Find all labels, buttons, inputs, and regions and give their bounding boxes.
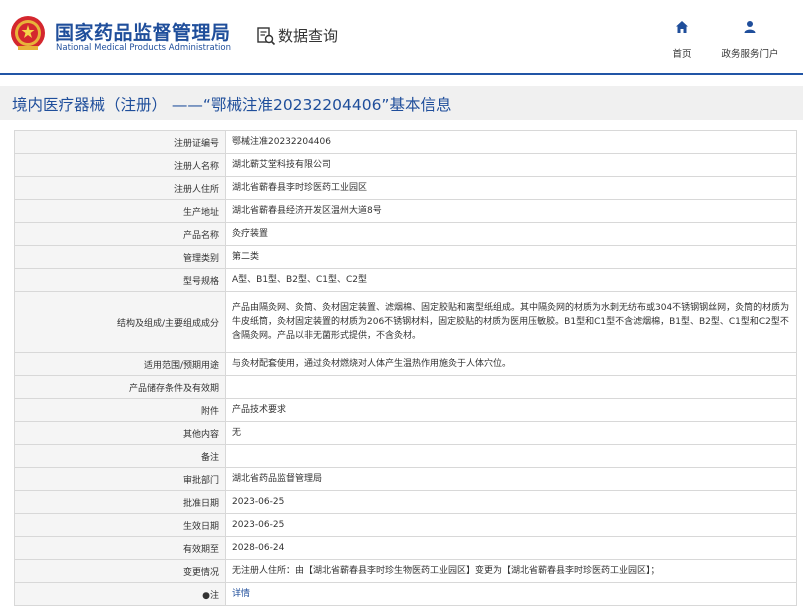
page-title-bar: 境内医疗器械（注册） ——“鄂械注准20232204406”基本信息 bbox=[0, 86, 803, 120]
row-label: 注册证编号 bbox=[14, 130, 226, 154]
table-row: 适用范围/预期用途 与灸材配套使用，通过灸材燃烧对人体产生温热作用施灸于人体穴位… bbox=[14, 352, 797, 376]
table-row: 审批部门 湖北省药品监督管理局 bbox=[14, 467, 797, 491]
row-value: 湖北蕲艾堂科技有限公司 bbox=[225, 153, 797, 177]
table-row: 生效日期 2023-06-25 bbox=[14, 513, 797, 537]
logo-title-cn: 国家药品监督管理局 bbox=[55, 22, 231, 44]
table-row: 附件 产品技术要求 bbox=[14, 398, 797, 422]
row-value bbox=[225, 375, 797, 399]
row-label: 适用范围/预期用途 bbox=[14, 352, 226, 376]
row-label: 有效期至 bbox=[14, 536, 226, 560]
home-icon bbox=[676, 21, 688, 33]
row-value: 湖北省蕲春县李时珍医药工业园区 bbox=[225, 176, 797, 200]
row-label: 备注 bbox=[14, 444, 226, 468]
details-link[interactable]: 详情 bbox=[232, 589, 250, 599]
row-value: 鄂械注准20232204406 bbox=[225, 130, 797, 154]
table-row: ●注 详情 bbox=[14, 582, 797, 606]
table-row: 注册人名称 湖北蕲艾堂科技有限公司 bbox=[14, 153, 797, 177]
nav-portal-button[interactable]: 政务服务门户 bbox=[718, 20, 782, 60]
header-divider bbox=[0, 73, 803, 75]
row-value: 产品由隔灸网、灸筒、灸材固定装置、滤烟棉、固定胶贴和离型纸组成。其中隔灸网的材质… bbox=[225, 291, 797, 353]
nav-home-label: 首页 bbox=[672, 49, 692, 60]
row-value: 与灸材配套使用，通过灸材燃烧对人体产生温热作用施灸于人体穴位。 bbox=[225, 352, 797, 376]
row-value: 产品技术要求 bbox=[225, 398, 797, 422]
table-row: 变更情况 无注册人住所：由【湖北省蕲春县李时珍生物医药工业园区】变更为【湖北省蕲… bbox=[14, 559, 797, 583]
row-label: 注册人住所 bbox=[14, 176, 226, 200]
table-row: 备注 bbox=[14, 444, 797, 468]
table-row: 生产地址 湖北省蕲春县经济开发区温州大道8号 bbox=[14, 199, 797, 223]
row-label: 批准日期 bbox=[14, 490, 226, 514]
row-label: 注册人名称 bbox=[14, 153, 226, 177]
row-label: 管理类别 bbox=[14, 245, 226, 269]
table-row: 批准日期 2023-06-25 bbox=[14, 490, 797, 514]
detail-table: 注册证编号 鄂械注准20232204406 注册人名称 湖北蕲艾堂科技有限公司 … bbox=[14, 130, 797, 606]
table-row: 有效期至 2028-06-24 bbox=[14, 536, 797, 560]
page-title: 境内医疗器械（注册） ——“鄂械注准20232204406”基本信息 bbox=[12, 96, 452, 114]
row-value: 灸疗装置 bbox=[225, 222, 797, 246]
row-value: 湖北省药品监督管理局 bbox=[225, 467, 797, 491]
row-label: 结构及组成/主要组成成分 bbox=[14, 291, 226, 353]
table-row: 管理类别 第二类 bbox=[14, 245, 797, 269]
site-header: 国家药品监督管理局 National Medical Products Admi… bbox=[0, 0, 803, 70]
table-row: 注册证编号 鄂械注准20232204406 bbox=[14, 130, 797, 154]
table-row: 产品名称 灸疗装置 bbox=[14, 222, 797, 246]
row-label: 型号规格 bbox=[14, 268, 226, 292]
row-value: 无注册人住所：由【湖北省蕲春县李时珍生物医药工业园区】变更为【湖北省蕲春县李时珍… bbox=[225, 559, 797, 583]
national-emblem-icon bbox=[11, 16, 45, 50]
table-row: 注册人住所 湖北省蕲春县李时珍医药工业园区 bbox=[14, 176, 797, 200]
row-label: 其他内容 bbox=[14, 421, 226, 445]
row-value: 无 bbox=[225, 421, 797, 445]
row-value bbox=[225, 444, 797, 468]
row-label: 附件 bbox=[14, 398, 226, 422]
row-label-note: ●注 bbox=[14, 582, 226, 606]
row-label: 产品储存条件及有效期 bbox=[14, 375, 226, 399]
table-row: 其他内容 无 bbox=[14, 421, 797, 445]
row-label: 变更情况 bbox=[14, 559, 226, 583]
row-value: 2028-06-24 bbox=[225, 536, 797, 560]
logo-title-en: National Medical Products Administration bbox=[56, 43, 231, 53]
nav-portal-label: 政务服务门户 bbox=[721, 49, 779, 60]
row-value: 详情 bbox=[225, 582, 797, 606]
row-value: A型、B1型、B2型、C1型、C2型 bbox=[225, 268, 797, 292]
row-value: 2023-06-25 bbox=[225, 490, 797, 514]
row-label: 生产地址 bbox=[14, 199, 226, 223]
user-icon bbox=[744, 21, 756, 33]
row-value: 第二类 bbox=[225, 245, 797, 269]
row-label: 产品名称 bbox=[14, 222, 226, 246]
data-query-label[interactable]: 数据查询 bbox=[278, 25, 338, 46]
row-value: 2023-06-25 bbox=[225, 513, 797, 537]
dot-icon: ● bbox=[202, 590, 210, 601]
row-label: 生效日期 bbox=[14, 513, 226, 537]
note-label: 注 bbox=[209, 590, 219, 601]
row-value: 湖北省蕲春县经济开发区温州大道8号 bbox=[225, 199, 797, 223]
row-label: 审批部门 bbox=[14, 467, 226, 491]
data-query-icon bbox=[257, 27, 276, 46]
table-row: 产品储存条件及有效期 bbox=[14, 375, 797, 399]
nav-home-button[interactable]: 首页 bbox=[664, 20, 700, 60]
table-row: 结构及组成/主要组成成分 产品由隔灸网、灸筒、灸材固定装置、滤烟棉、固定胶贴和离… bbox=[14, 291, 797, 353]
table-row: 型号规格 A型、B1型、B2型、C1型、C2型 bbox=[14, 268, 797, 292]
